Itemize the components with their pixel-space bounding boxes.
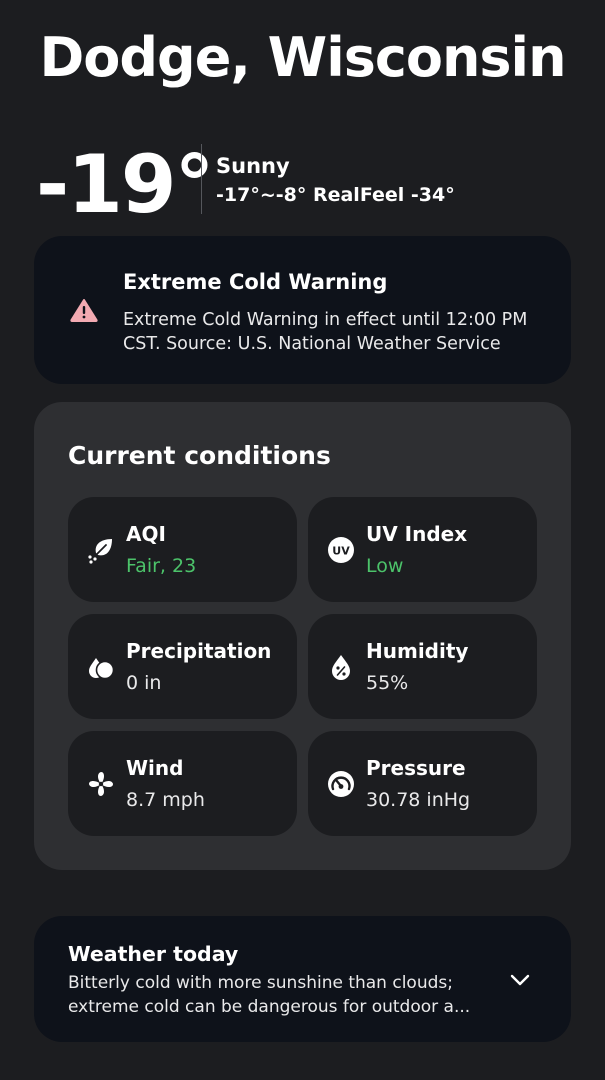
humidity-label: Humidity xyxy=(366,639,469,663)
pressure-value: 30.78 inHg xyxy=(366,789,471,811)
uv-index-label: UV Index xyxy=(366,522,468,546)
current-conditions-card: Current conditions AQI Fair, 23 UV UV In… xyxy=(34,402,571,870)
weather-page: Dodge, Wisconsin -19° Sunny -17°~-8° Rea… xyxy=(0,0,605,1080)
raindrop-icon xyxy=(89,658,115,680)
humidity-icon xyxy=(332,655,350,680)
uv-index-value: Low xyxy=(366,555,404,577)
svg-text:UV: UV xyxy=(332,545,350,558)
aqi-label: AQI xyxy=(126,522,166,546)
precipitation-tile[interactable]: Precipitation 0 in xyxy=(68,614,297,719)
pressure-tile[interactable]: Pressure 30.78 inHg xyxy=(308,731,537,836)
location-title: Dodge, Wisconsin xyxy=(39,26,566,89)
precipitation-label: Precipitation xyxy=(126,639,272,663)
humidity-tile[interactable]: Humidity 55% xyxy=(308,614,537,719)
warning-triangle-icon xyxy=(70,299,98,322)
chevron-down-icon[interactable] xyxy=(508,968,532,992)
current-summary: Sunny -17°~-8° RealFeel -34° xyxy=(216,152,455,210)
temperature-divider xyxy=(201,144,202,214)
pressure-label: Pressure xyxy=(366,756,466,780)
leaf-icon xyxy=(88,539,112,564)
aqi-value: Fair, 23 xyxy=(126,555,197,577)
weather-alert-card[interactable]: Extreme Cold Warning Extreme Cold Warnin… xyxy=(34,236,571,384)
conditions-heading: Current conditions xyxy=(68,441,331,470)
weather-today-card[interactable]: Weather today Bitterly cold with more su… xyxy=(34,916,571,1042)
aqi-tile[interactable]: AQI Fair, 23 xyxy=(68,497,297,602)
temperature-range-realfeel: -17°~-8° RealFeel -34° xyxy=(216,184,455,206)
weather-today-summary: Bitterly cold with more sunshine than cl… xyxy=(68,973,471,1017)
uv-index-tile[interactable]: UV UV Index Low xyxy=(308,497,537,602)
alert-description: Extreme Cold Warning in effect until 12:… xyxy=(123,310,528,354)
humidity-value: 55% xyxy=(366,672,409,694)
wind-tile[interactable]: Wind 8.7 mph xyxy=(68,731,297,836)
precipitation-value: 0 in xyxy=(126,672,162,694)
wind-value: 8.7 mph xyxy=(126,789,205,811)
gauge-icon xyxy=(328,771,354,797)
current-temperature: -19° xyxy=(36,138,215,231)
fan-icon xyxy=(89,772,113,796)
current-condition: Sunny xyxy=(216,154,290,178)
alert-title: Extreme Cold Warning xyxy=(123,270,388,294)
weather-today-title: Weather today xyxy=(68,942,239,966)
uv-icon: UV xyxy=(328,537,354,563)
wind-label: Wind xyxy=(126,756,184,780)
